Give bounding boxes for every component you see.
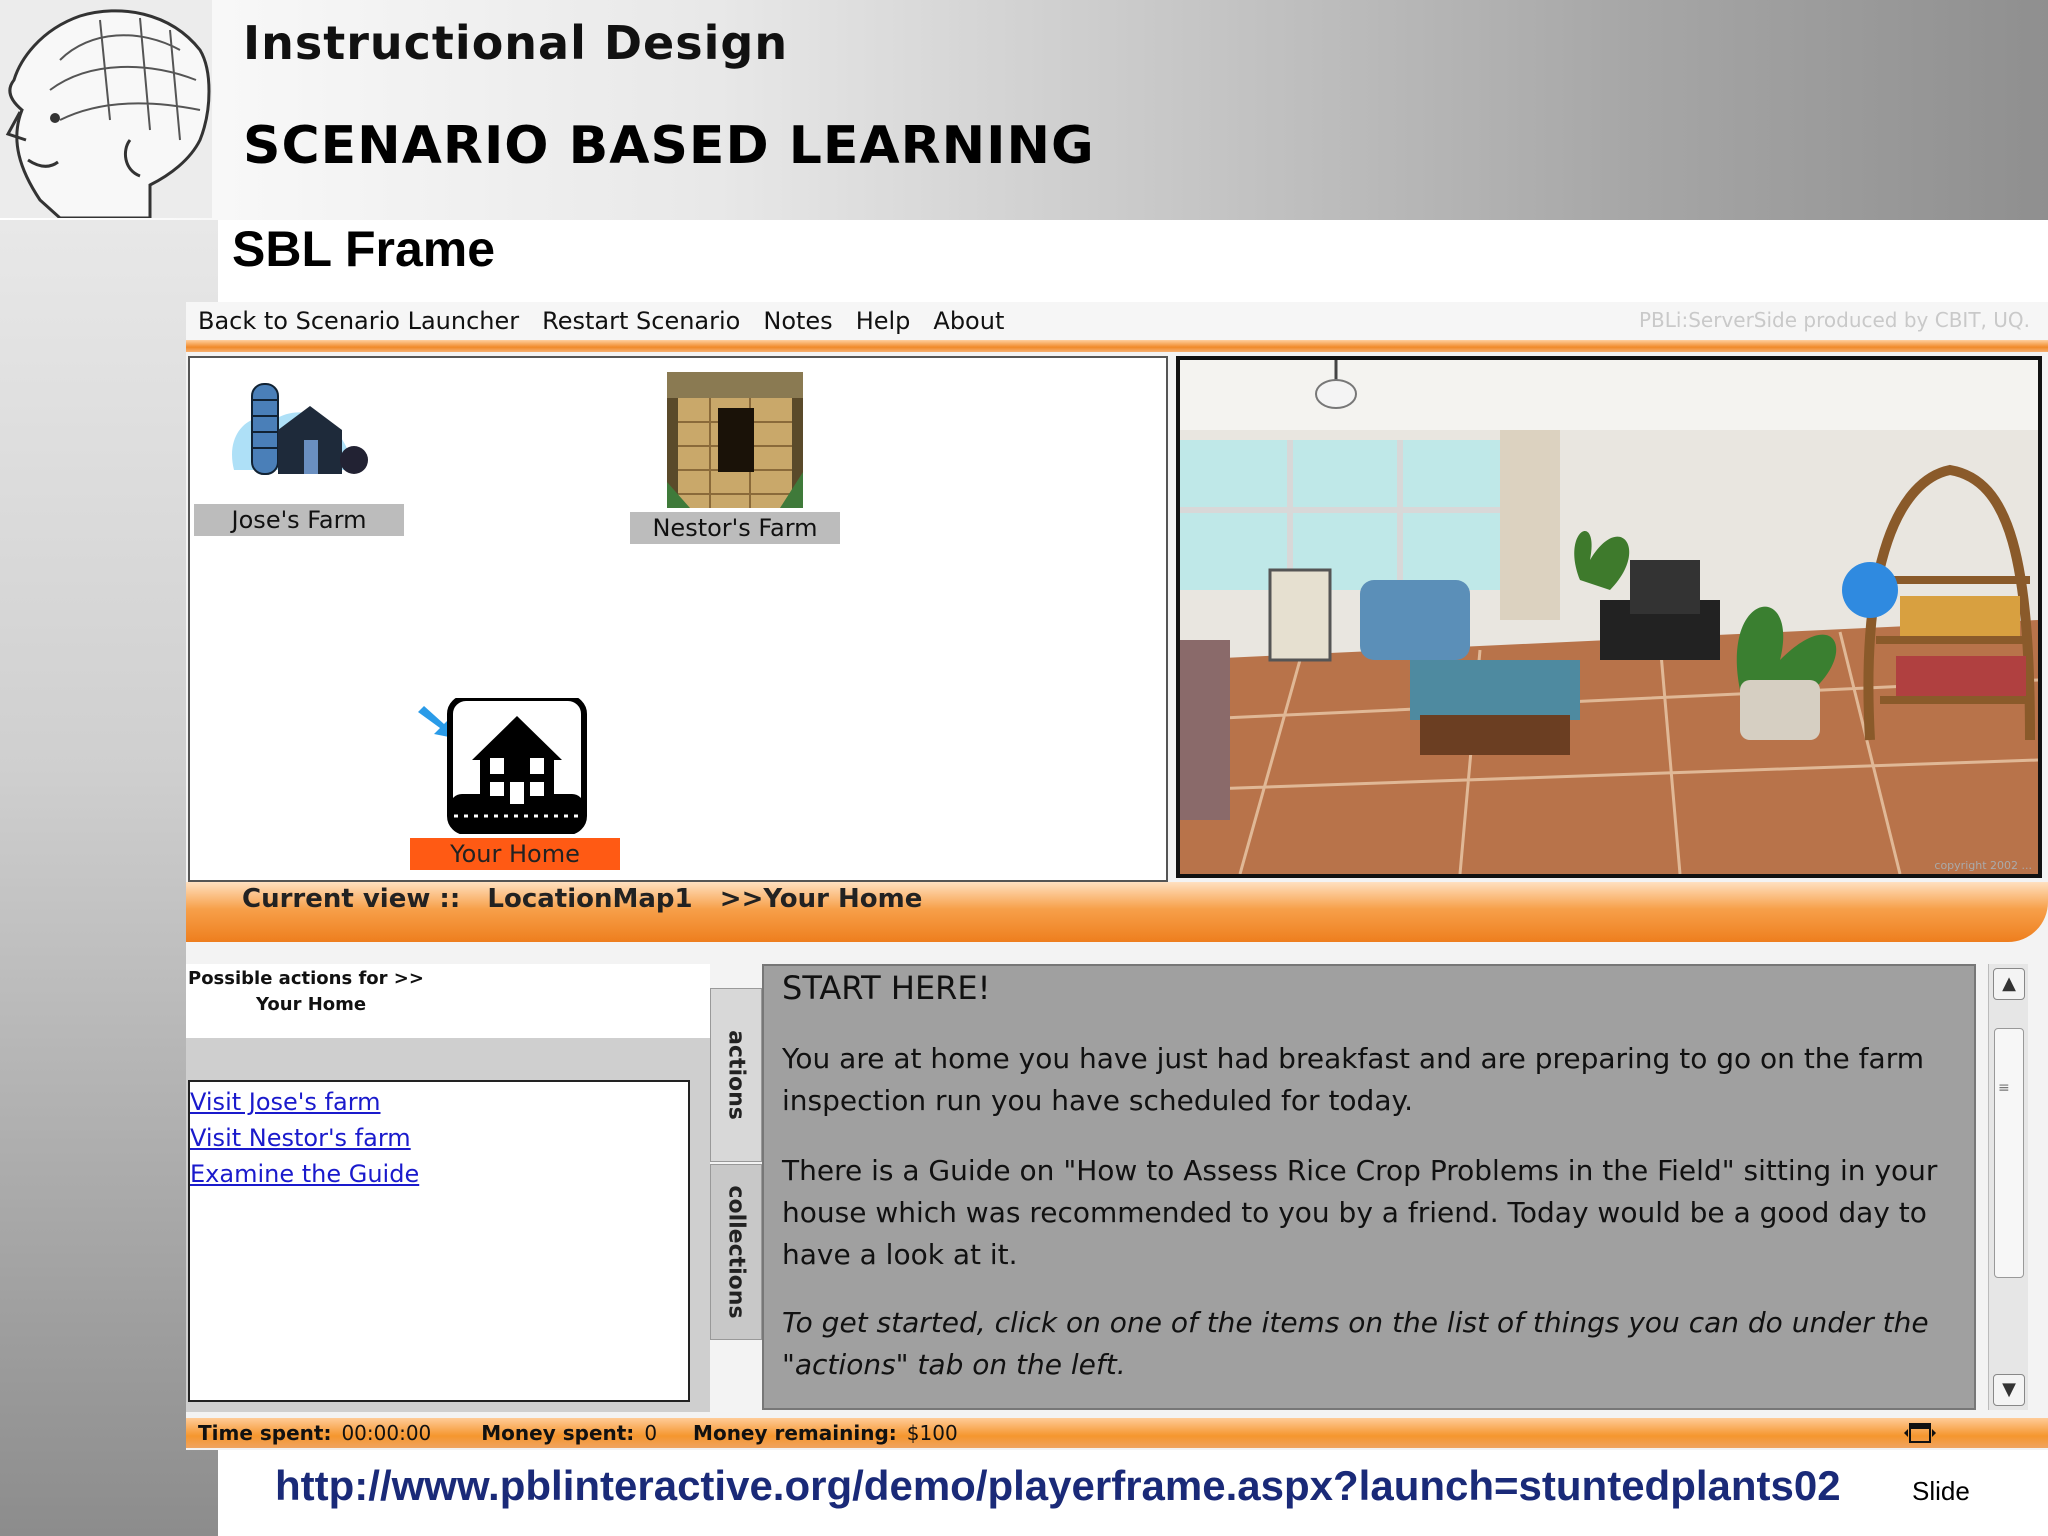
view-location: >>Your Home bbox=[719, 884, 923, 914]
tab-collections[interactable]: collections bbox=[710, 1164, 762, 1340]
time-spent-value: 00:00:00 bbox=[341, 1421, 432, 1445]
actions-header-line1: Possible actions for >> bbox=[188, 968, 424, 989]
location-nestors-farm[interactable]: Nestor's Farm bbox=[630, 372, 840, 544]
location-label: Your Home bbox=[410, 838, 620, 870]
view-map-name: LocationMap1 bbox=[487, 884, 693, 914]
scroll-up-button[interactable]: ▲ bbox=[1993, 968, 2025, 1000]
menu-back-to-launcher[interactable]: Back to Scenario Launcher bbox=[198, 307, 519, 335]
story-paragraph-2: There is a Guide on "How to Assess Rice … bbox=[782, 1154, 1938, 1271]
location-joses-farm[interactable]: Jose's Farm bbox=[194, 370, 404, 536]
house-icon bbox=[418, 695, 587, 835]
menu-help[interactable]: Help bbox=[856, 307, 911, 335]
tab-actions-label: actions bbox=[723, 1030, 749, 1120]
slide-title: Instructional Design bbox=[243, 16, 789, 70]
menu-about[interactable]: About bbox=[933, 307, 1004, 335]
scroll-down-button[interactable]: ▼ bbox=[1993, 1374, 2025, 1406]
demo-url[interactable]: http://www.pblinteractive.org/demo/playe… bbox=[275, 1462, 1841, 1510]
action-visit-joses-farm[interactable]: Visit Jose's farm bbox=[190, 1084, 688, 1120]
menu-notes[interactable]: Notes bbox=[763, 307, 832, 335]
story-paragraph-1: You are at home you have just had breakf… bbox=[782, 1042, 1924, 1117]
actions-header: Possible actions for >> Your Home bbox=[186, 964, 710, 1038]
sbl-player-frame: Back to Scenario Launcher Restart Scenar… bbox=[186, 302, 2048, 1450]
tab-collections-label: collections bbox=[723, 1185, 749, 1319]
story-scrollbar[interactable]: ▲ ≡ ▼ bbox=[1988, 964, 2028, 1410]
money-remaining-label: Money remaining: bbox=[693, 1421, 897, 1445]
current-view-text: Current view :: LocationMap1 >>Your Home bbox=[242, 884, 922, 914]
location-your-home[interactable]: Your Home bbox=[410, 695, 620, 870]
hut-photo-icon bbox=[667, 372, 803, 508]
action-visit-nestors-farm[interactable]: Visit Nestor's farm bbox=[190, 1120, 688, 1156]
story-instructions: To get started, click on one of the item… bbox=[782, 1306, 1929, 1381]
scene-photo: copyright 2002 ... bbox=[1176, 356, 2042, 878]
slide-subtitle: SCENARIO BASED LEARNING bbox=[243, 116, 1095, 176]
photo-copyright: copyright 2002 ... bbox=[1934, 859, 2032, 872]
menu-restart-scenario[interactable]: Restart Scenario bbox=[542, 307, 740, 335]
living-room-image bbox=[1180, 360, 2038, 874]
scroll-thumb[interactable] bbox=[1994, 1028, 2024, 1278]
money-spent-value: 0 bbox=[644, 1421, 658, 1445]
actions-panel: Possible actions for >> Your Home Visit … bbox=[186, 964, 710, 1412]
slide-label: Slide bbox=[1912, 1476, 1970, 1506]
frame-title: SBL Frame bbox=[232, 221, 496, 277]
actions-header-line2: Your Home bbox=[256, 994, 367, 1015]
menu-divider bbox=[186, 340, 2048, 352]
location-label: Jose's Farm bbox=[194, 504, 404, 536]
scroll-grip-icon: ≡ bbox=[1998, 1080, 2010, 1096]
farm-icon bbox=[232, 383, 368, 475]
location-label: Nestor's Farm bbox=[630, 512, 840, 544]
phrenology-head-image bbox=[0, 0, 212, 218]
story-text: START HERE! You are at home you have jus… bbox=[782, 966, 1972, 1386]
actions-list: Visit Jose's farm Visit Nestor's farm Ex… bbox=[188, 1080, 690, 1402]
credit-text: PBLi:ServerSide produced by CBIT, UQ. bbox=[1639, 308, 2030, 332]
status-bar: Time spent: 00:00:00 Money spent: 0 Mone… bbox=[186, 1418, 2048, 1448]
money-spent-label: Money spent: bbox=[481, 1421, 635, 1445]
story-pane: START HERE! You are at home you have jus… bbox=[762, 964, 1976, 1410]
window-resize-icon[interactable] bbox=[1902, 1421, 1938, 1445]
time-spent-label: Time spent: bbox=[198, 1421, 332, 1445]
location-map: Jose's Farm Nestor's Farm Your Home bbox=[188, 356, 1168, 882]
story-heading: START HERE! bbox=[782, 969, 991, 1007]
action-examine-guide[interactable]: Examine the Guide bbox=[190, 1156, 688, 1192]
money-remaining-value: $100 bbox=[906, 1421, 958, 1445]
tab-actions[interactable]: actions bbox=[710, 988, 762, 1162]
view-prefix: Current view :: bbox=[242, 884, 461, 914]
menu-bar: Back to Scenario Launcher Restart Scenar… bbox=[186, 302, 2048, 340]
